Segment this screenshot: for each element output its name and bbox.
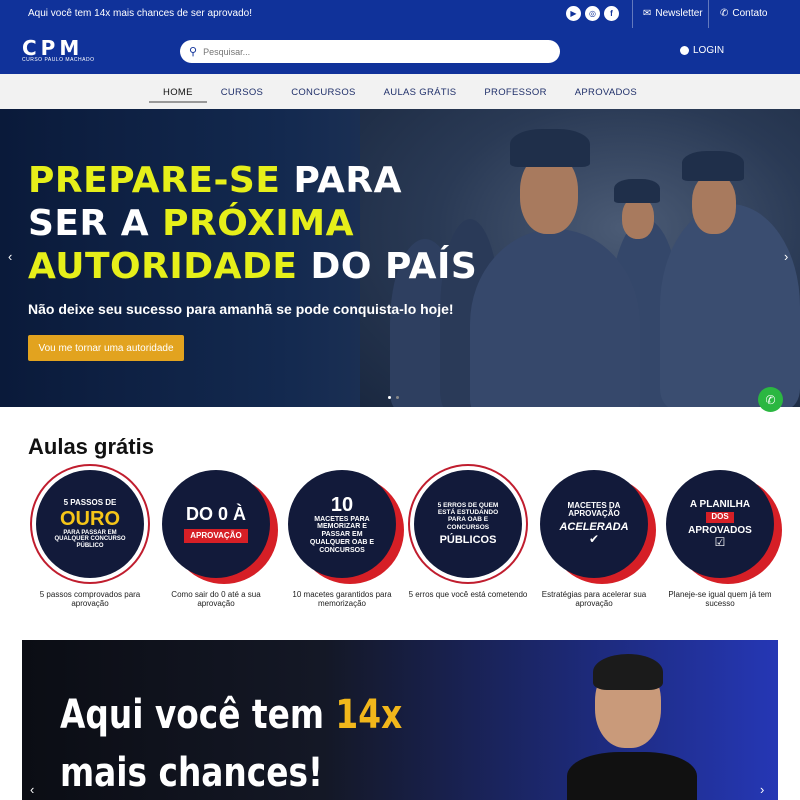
main-nav: HOME CURSOS CONCURSOS AULAS GRÁTIS PROFE… (0, 74, 800, 109)
lesson-card[interactable]: 5 ERROS DE QUEM ESTÁ ESTUDANDO PARA OAB … (406, 470, 530, 610)
search-bar[interactable]: ⚲ (180, 40, 560, 63)
nav-item-concursos[interactable]: CONCURSOS (277, 74, 369, 109)
logo-text: CPM (22, 36, 84, 60)
social-links: ▶ ◎ f (566, 6, 619, 21)
badge-bottom-text: PARA PASSAR EM QUALQUER CONCURSO PÚBLICO (54, 529, 126, 549)
youtube-icon[interactable]: ▶ (566, 6, 581, 21)
lesson-caption: Planeje-se igual quem já tem sucesso (668, 590, 772, 608)
search-icon[interactable]: ⚲ (189, 45, 197, 58)
user-icon (680, 46, 689, 55)
header: CPM CURSO PAULO MACHADO ⚲ LOGIN (0, 28, 800, 74)
envelope-icon: ✉ (643, 8, 652, 19)
lesson-card[interactable]: 10 MACETES PARA MEMORIZAR E PASSAR EM QU… (280, 470, 404, 610)
newsletter-label: Newsletter (655, 8, 703, 19)
badge-bottom-text: APROVAÇÃO (184, 528, 248, 544)
teacher-body (567, 752, 697, 800)
free-lessons-list: 5 PASSOS DE OURO PARA PASSAR EM QUALQUER… (28, 470, 778, 610)
nav-item-aulas-gratis[interactable]: AULAS GRÁTIS (370, 74, 471, 109)
hero-line3-yellow: AUTORIDADE (28, 246, 298, 287)
contact-link[interactable]: ✆ Contato (720, 8, 767, 19)
instagram-icon[interactable]: ◎ (585, 6, 600, 21)
lesson-badge: 5 ERROS DE QUEM ESTÁ ESTUDANDO PARA OAB … (414, 470, 522, 578)
hero-cta-button[interactable]: Vou me tornar uma autoridade (28, 335, 184, 361)
lesson-card[interactable]: A PLANILHA DOS APROVADOS ☑ Planeje-se ig… (658, 470, 782, 610)
logo-subtext: CURSO PAULO MACHADO (22, 57, 95, 63)
lesson-caption: 5 passos comprovados para aprovação (39, 590, 141, 608)
badge-top-text: DO 0 À (185, 503, 246, 524)
lesson-badge: 5 PASSOS DE OURO PARA PASSAR EM QUALQUER… (36, 470, 144, 578)
lesson-caption: 10 macetes garantidos para memorização (292, 590, 392, 608)
divider (632, 0, 633, 28)
soldier-cap (614, 179, 660, 203)
promo-line1-white: Aqui você tem (60, 692, 336, 738)
divider (708, 0, 709, 28)
promo-banner: Aqui você tem 14x mais chances! ‹ › (22, 640, 778, 800)
contact-label: Contato (732, 8, 768, 19)
nav-item-aprovados[interactable]: APROVADOS (561, 74, 651, 109)
badge-big-text: DOS (706, 512, 734, 523)
facebook-icon[interactable]: f (604, 6, 619, 21)
promo-line2: mais chances! (60, 750, 323, 796)
badge-bottom-text: PÚBLICOS (439, 533, 497, 546)
lesson-card[interactable]: MACETES DA APROVAÇÃO ACELERADA ✔ Estraté… (532, 470, 656, 610)
hero-line3-white: DO PAÍS (297, 246, 478, 287)
login-label: LOGIN (693, 45, 725, 56)
promo-line1: Aqui você tem 14x (60, 692, 402, 738)
hero-line1-white: PARA (280, 160, 402, 201)
whatsapp-icon[interactable]: ✆ (758, 387, 783, 412)
badge-top-text: A PLANILHA (689, 499, 751, 510)
top-bar-message: Aqui você tem 14x mais chances de ser ap… (28, 8, 253, 19)
clipboard-icon: ☑ (714, 534, 726, 549)
soldier-figure (660, 204, 800, 407)
soldier-figure (470, 229, 640, 407)
teacher-hair (593, 654, 663, 690)
badge-top-text: 5 ERROS DE QUEM ESTÁ ESTUDANDO PARA OAB … (437, 502, 499, 531)
search-input[interactable] (203, 46, 534, 57)
slider-prev-arrow-icon[interactable]: ‹ (8, 249, 12, 264)
lesson-badge: MACETES DA APROVAÇÃO ACELERADA ✔ (540, 470, 648, 578)
soldier-face (622, 197, 654, 239)
hero-headline: PREPARE-SE PARA SER A PRÓXIMA AUTORIDADE… (28, 159, 477, 288)
soldier-cap (682, 151, 744, 181)
banner-next-arrow-icon[interactable]: › (760, 782, 764, 797)
lesson-caption: 5 erros que você está cometendo (408, 590, 528, 599)
lesson-caption: Como sair do 0 até a sua aprovação (171, 590, 261, 608)
slider-dot[interactable] (388, 396, 391, 399)
checkmark-icon: ✔ (588, 532, 600, 547)
promo-line1-orange: 14x (335, 692, 403, 738)
lesson-badge: A PLANILHA DOS APROVADOS ☑ (666, 470, 774, 578)
teacher-photo (567, 652, 697, 800)
lesson-badge: 10 MACETES PARA MEMORIZAR E PASSAR EM QU… (288, 470, 396, 578)
lesson-card[interactable]: 5 PASSOS DE OURO PARA PASSAR EM QUALQUER… (28, 470, 152, 610)
lesson-caption: Estratégias para acelerar sua aprovação (541, 590, 647, 608)
hero-subtitle: Não deixe seu sucesso para amanhã se pod… (28, 301, 454, 317)
lesson-card[interactable]: DO 0 À APROVAÇÃO Como sair do 0 até a su… (154, 470, 278, 610)
hero-slider: PREPARE-SE PARA SER A PRÓXIMA AUTORIDADE… (0, 109, 800, 407)
login-button[interactable]: LOGIN (680, 45, 724, 56)
badge-top-text: 10 (330, 493, 354, 516)
newsletter-link[interactable]: ✉ Newsletter (643, 8, 703, 19)
banner-prev-arrow-icon[interactable]: ‹ (30, 782, 34, 797)
soldier-cap (510, 129, 590, 167)
badge-top-text: 5 PASSOS DE (63, 497, 117, 507)
slider-next-arrow-icon[interactable]: › (784, 249, 788, 264)
badge-top-text: MACETES DA APROVAÇÃO (567, 500, 621, 519)
slider-dots (388, 396, 399, 399)
hero-line2-yellow: PRÓXIMA (162, 203, 354, 244)
soldier-face (692, 174, 736, 234)
nav-item-home[interactable]: HOME (149, 74, 207, 103)
nav-item-cursos[interactable]: CURSOS (207, 74, 277, 109)
phone-icon: ✆ (720, 8, 729, 19)
lesson-badge: DO 0 À APROVAÇÃO (162, 470, 270, 578)
badge-bottom-text: MACETES PARA MEMORIZAR E PASSAR EM QUALQ… (309, 515, 375, 554)
badge-big-text: OURO (60, 507, 120, 530)
top-bar: Aqui você tem 14x mais chances de ser ap… (0, 0, 800, 28)
hero-line1-yellow: PREPARE-SE (28, 160, 281, 201)
hero-line2-white: SER A (28, 203, 163, 244)
section-title: Aulas grátis (28, 434, 154, 459)
logo[interactable]: CPM CURSO PAULO MACHADO (22, 36, 95, 63)
slider-dot[interactable] (396, 396, 399, 399)
nav-item-professor[interactable]: PROFESSOR (470, 74, 560, 109)
